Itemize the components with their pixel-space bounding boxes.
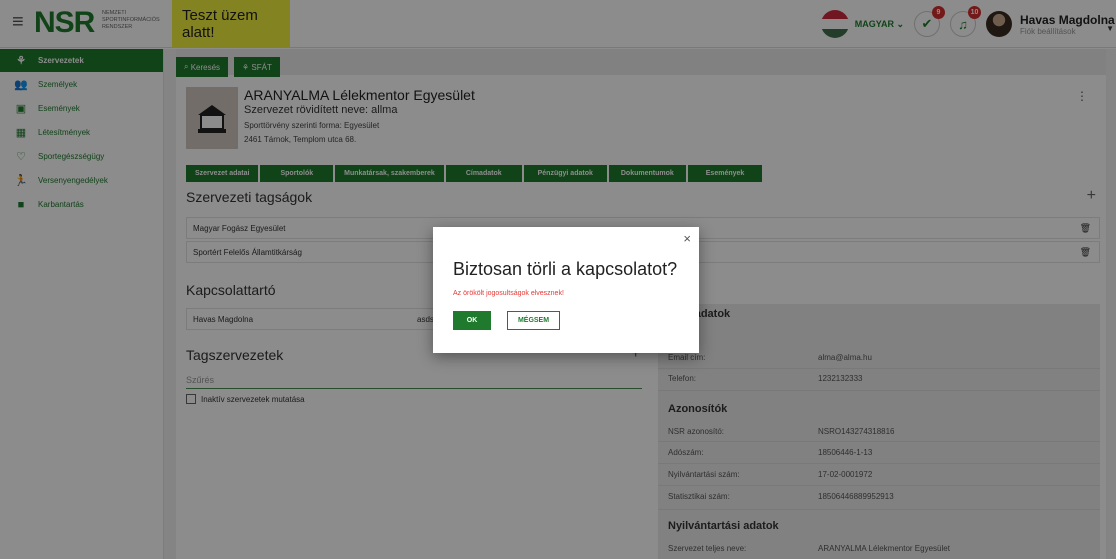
cancel-button[interactable]: MÉGSEM (507, 311, 560, 330)
close-icon[interactable]: × (683, 231, 691, 246)
dialog-warning: Az örökölt jogosultságok elvesznek! (453, 290, 564, 297)
ok-button[interactable]: OK (453, 311, 491, 330)
dialog-title: Biztosan törli a kapcsolatot? (453, 259, 678, 279)
confirm-delete-dialog: × Biztosan törli a kapcsolatot? Az örökö… (433, 227, 699, 353)
